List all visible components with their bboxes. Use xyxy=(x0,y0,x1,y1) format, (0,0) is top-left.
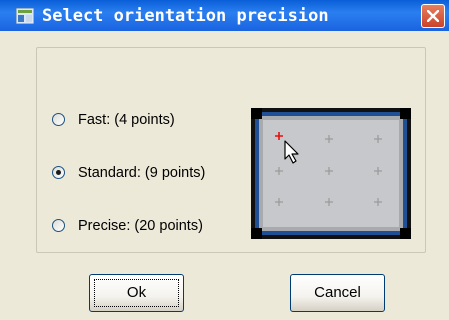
option-fast-label: Fast: (4 points) xyxy=(78,112,175,128)
radio-precise[interactable] xyxy=(52,219,65,232)
radio-fast[interactable] xyxy=(52,113,65,126)
option-standard-label: Standard: (9 points) xyxy=(78,165,206,181)
cancel-button-label: Cancel xyxy=(314,284,361,301)
close-icon xyxy=(427,10,439,22)
radio-standard[interactable] xyxy=(52,166,65,179)
option-precise-label: Precise: (20 points) xyxy=(78,218,203,234)
close-button[interactable] xyxy=(421,4,445,28)
title-bar[interactable]: Select orientation precision xyxy=(0,0,449,31)
ok-button[interactable]: Ok xyxy=(89,274,184,312)
cancel-button[interactable]: Cancel xyxy=(290,274,385,312)
window-title: Select orientation precision xyxy=(42,6,329,26)
app-window-icon xyxy=(15,7,35,25)
orientation-preview xyxy=(251,108,411,239)
ok-button-label: Ok xyxy=(126,284,147,301)
